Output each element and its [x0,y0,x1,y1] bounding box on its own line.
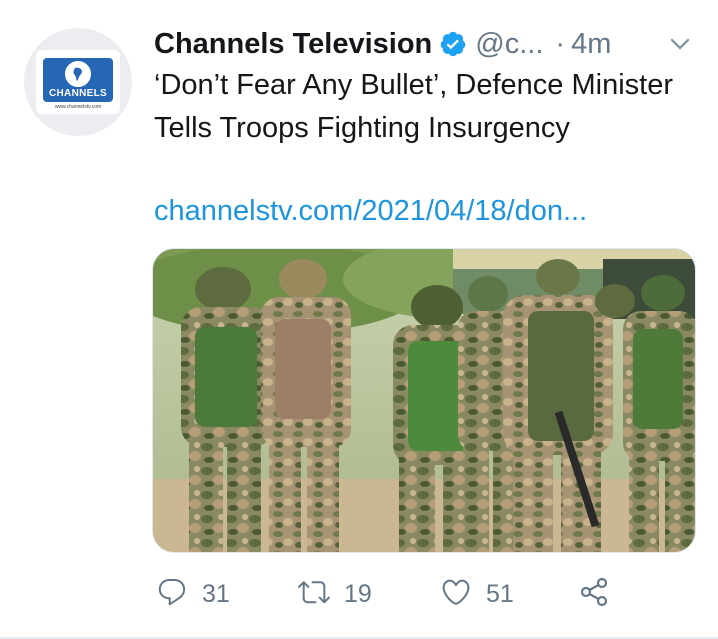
like-button[interactable]: 51 [440,572,514,616]
logo-tile: CHANNELS [43,58,113,102]
share-icon [578,576,610,613]
tweet-header: Channels Television @c... · 4m [154,24,698,64]
globe-icon [65,61,91,87]
media-image[interactable] [152,248,696,553]
dot-separator: · [555,27,566,60]
retweet-icon [298,576,330,613]
display-name[interactable]: Channels Television [154,28,432,61]
soldier [181,267,273,552]
tweet-card[interactable]: CHANNELS www.channelstv.com Channels Tel… [0,0,718,639]
tweet-link[interactable]: channelstv.com/2021/04/18/don... [154,195,587,228]
timestamp[interactable]: 4m [571,28,611,61]
retweet-button[interactable]: 19 [298,572,372,616]
verified-badge-icon [439,30,467,58]
share-button[interactable] [578,572,610,616]
handle[interactable]: @c... [475,28,543,61]
retweet-count: 19 [344,579,372,608]
action-bar: 31 19 51 [152,572,622,616]
reply-count: 31 [202,579,230,608]
chevron-down-icon[interactable] [666,30,694,58]
reply-icon [156,576,188,613]
avatar[interactable]: CHANNELS www.channelstv.com [24,28,132,136]
heart-icon [440,576,472,613]
logo-url: www.channelstv.com [54,104,102,110]
reply-button[interactable]: 31 [156,572,230,616]
soldier [595,284,635,318]
like-count: 51 [486,579,514,608]
logo-wordmark: CHANNELS [49,88,107,99]
channels-logo: CHANNELS www.channelstv.com [36,50,120,114]
tweet-text: ‘Don’t Fear Any Bullet’, Defence Ministe… [154,69,673,144]
